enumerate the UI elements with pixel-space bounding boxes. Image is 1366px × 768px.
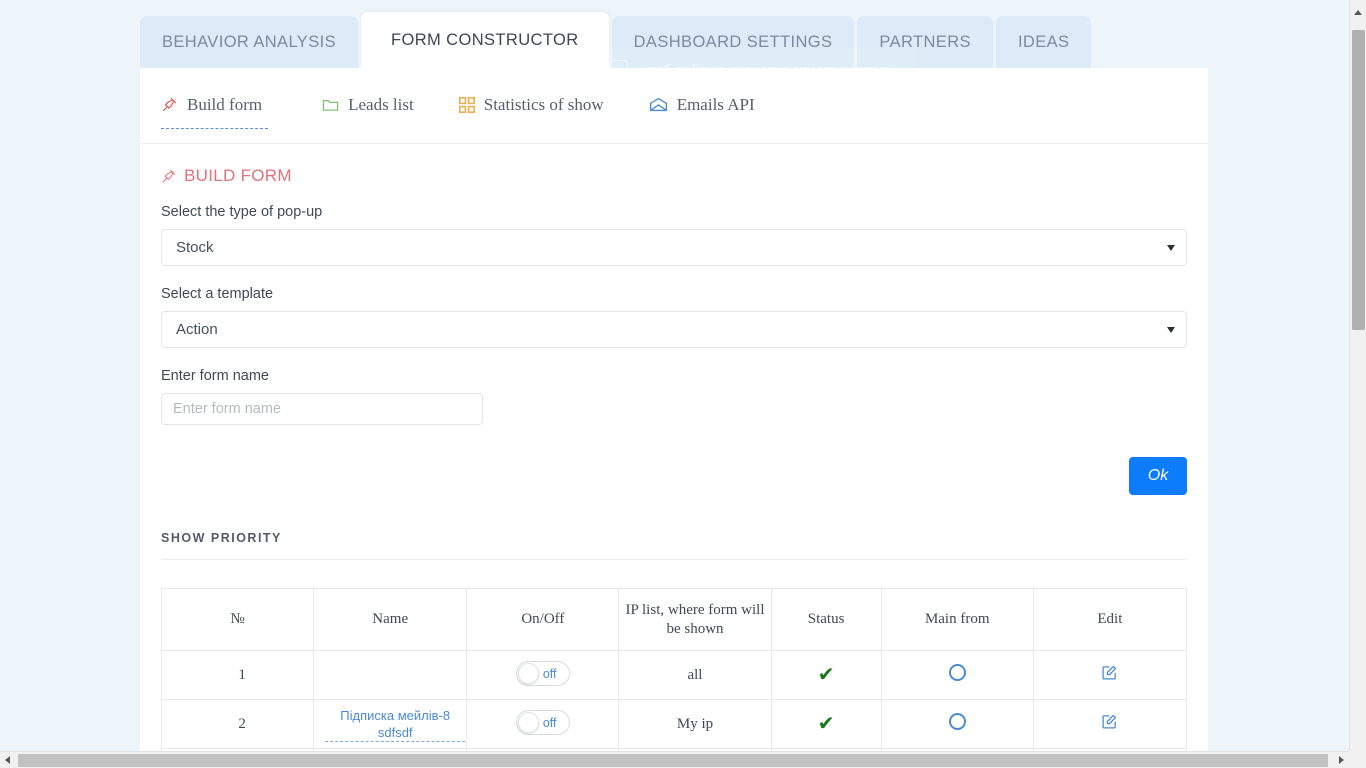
toggle-knob bbox=[517, 663, 539, 684]
on-off-toggle[interactable]: off bbox=[515, 710, 570, 735]
row-edit bbox=[1032, 699, 1188, 749]
horizontal-scrollbar-thumb[interactable] bbox=[18, 754, 1328, 767]
popup-type-label: Select the type of pop-up bbox=[161, 204, 323, 220]
row-ip-list: My ip bbox=[618, 699, 772, 749]
column-header-number: № bbox=[160, 588, 315, 651]
subnav-item-statistics-of-show[interactable]: Statistics of show bbox=[458, 94, 604, 117]
row-ip-list: all bbox=[618, 650, 772, 700]
tab-label: PARTNERS bbox=[879, 32, 971, 51]
column-header-on-off: On/Off bbox=[466, 588, 620, 651]
column-header-edit: Edit bbox=[1032, 588, 1188, 651]
check-icon: ✔ bbox=[817, 712, 835, 735]
subnav-label: Leads list bbox=[348, 94, 414, 114]
row-status: ✔ bbox=[770, 699, 882, 749]
column-header-main-from: Main from bbox=[880, 588, 1034, 651]
main-from-radio[interactable] bbox=[948, 713, 966, 730]
row-name: Підписка мейлів-8 sdfsdf bbox=[313, 699, 468, 749]
show-priority-title: SHOW PRIORITY bbox=[161, 531, 1187, 560]
popup-type-select-wrapper: Stock bbox=[161, 229, 1187, 266]
tab-ideas[interactable]: IDEAS bbox=[995, 16, 1092, 68]
table-header-row: № Name On/Off IP list, where form will b… bbox=[160, 588, 1188, 651]
page-title-text: BUILD FORM bbox=[184, 166, 292, 185]
edit-icon[interactable] bbox=[1101, 664, 1118, 681]
grid-icon bbox=[458, 96, 475, 113]
tab-form-constructor[interactable]: FORM CONSTRUCTOR bbox=[361, 12, 609, 68]
build-form-panel: BUILD FORM Select the type of pop-up Sto… bbox=[140, 144, 1208, 768]
popup-type-value: Stock bbox=[176, 239, 214, 256]
table-row: 1 off all ✔ bbox=[160, 650, 1188, 700]
form-name-label: Enter form name bbox=[161, 368, 269, 384]
vertical-scrollbar[interactable] bbox=[1349, 0, 1366, 768]
row-edit bbox=[1032, 650, 1188, 700]
template-label: Select a template bbox=[161, 286, 274, 302]
row-number: 2 bbox=[160, 699, 315, 749]
edit-icon[interactable] bbox=[1101, 713, 1118, 730]
pin-icon bbox=[161, 96, 178, 113]
ok-button-row: Ok bbox=[161, 457, 1187, 495]
browser-viewport: BEHAVIOR ANALYSIS FORM CONSTRUCTOR DASHB… bbox=[0, 0, 1366, 768]
tab-dashboard-settings[interactable]: DASHBOARD SETTINGS bbox=[611, 16, 855, 68]
table-row: 2 Підписка мейлів-8 sdfsdf off My ip ✔ bbox=[160, 699, 1188, 749]
show-priority-table: № Name On/Off IP list, where form will b… bbox=[160, 588, 1188, 768]
template-select-wrapper: Action bbox=[161, 311, 1187, 348]
template-value: Action bbox=[176, 321, 218, 338]
main-tab-bar: BEHAVIOR ANALYSIS FORM CONSTRUCTOR DASHB… bbox=[140, 12, 1094, 68]
subnav-label: Build form bbox=[187, 94, 263, 114]
row-name bbox=[313, 650, 468, 700]
sub-navigation: Build form Leads list Statistics of show… bbox=[140, 68, 1208, 144]
subnav-item-build-form[interactable]: Build form bbox=[161, 94, 269, 129]
envelope-icon bbox=[649, 97, 668, 112]
tab-behavior-analysis[interactable]: BEHAVIOR ANALYSIS bbox=[140, 16, 358, 68]
tab-label: FORM CONSTRUCTOR bbox=[391, 30, 579, 49]
form-name-input[interactable] bbox=[161, 393, 483, 425]
row-main-from bbox=[880, 650, 1034, 700]
main-content-card: Build form Leads list Statistics of show… bbox=[140, 68, 1208, 768]
column-header-ip-list: IP list, where form will be shown bbox=[618, 588, 772, 651]
scroll-left-arrow-icon[interactable] bbox=[5, 756, 10, 764]
row-main-from bbox=[880, 699, 1034, 749]
row-toggle-cell: off bbox=[466, 699, 620, 749]
row-number: 1 bbox=[160, 650, 315, 700]
form-name-link[interactable]: Підписка мейлів-8 sdfsdf bbox=[325, 707, 466, 742]
tab-partners[interactable]: PARTNERS bbox=[857, 16, 993, 68]
tab-label: BEHAVIOR ANALYSIS bbox=[162, 32, 336, 51]
ok-button[interactable]: Ok bbox=[1129, 457, 1187, 495]
horizontal-scrollbar[interactable] bbox=[0, 751, 1349, 768]
column-header-status: Status bbox=[770, 588, 882, 651]
subnav-item-leads-list[interactable]: Leads list bbox=[322, 95, 414, 117]
folder-icon bbox=[322, 97, 339, 112]
subnav-label: Statistics of show bbox=[483, 94, 604, 114]
main-from-radio[interactable] bbox=[948, 664, 966, 681]
row-toggle-cell: off bbox=[466, 650, 620, 700]
tab-label: IDEAS bbox=[1017, 32, 1070, 51]
toggle-label: off bbox=[542, 666, 557, 681]
pin-icon bbox=[161, 168, 177, 184]
popup-type-select[interactable]: Stock bbox=[161, 229, 1187, 266]
row-status: ✔ bbox=[770, 650, 882, 700]
scrollbar-corner bbox=[1349, 751, 1366, 768]
check-icon: ✔ bbox=[817, 663, 835, 686]
template-select[interactable]: Action bbox=[161, 311, 1187, 348]
toggle-knob bbox=[517, 712, 539, 733]
on-off-toggle[interactable]: off bbox=[515, 661, 570, 686]
page-title: BUILD FORM bbox=[161, 166, 1187, 186]
subnav-item-emails-api[interactable]: Emails API bbox=[649, 95, 755, 117]
toggle-label: off bbox=[542, 715, 557, 730]
scroll-up-arrow-icon[interactable] bbox=[1354, 10, 1362, 15]
scroll-right-arrow-icon[interactable] bbox=[1339, 756, 1344, 764]
tab-label: DASHBOARD SETTINGS bbox=[633, 32, 833, 51]
vertical-scrollbar-thumb[interactable] bbox=[1352, 30, 1365, 330]
column-header-name: Name bbox=[313, 588, 468, 651]
subnav-label: Emails API bbox=[676, 94, 755, 114]
